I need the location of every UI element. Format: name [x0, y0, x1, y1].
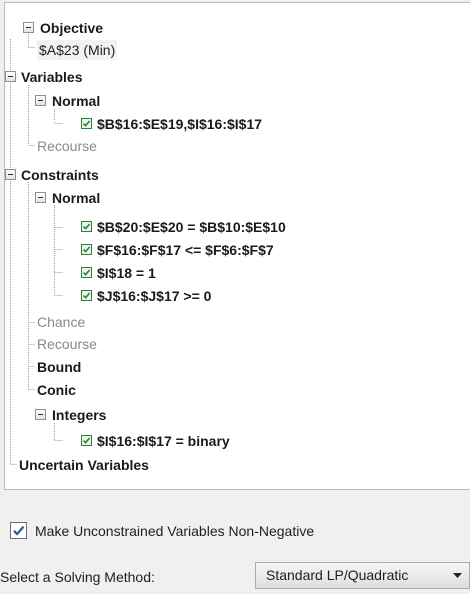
conic-label: Conic [37, 382, 76, 398]
constraints-label: Constraints [21, 167, 99, 183]
solving-method-value: Standard LP/Quadratic [266, 567, 409, 583]
model-tree-panel[interactable]: Objective $A$23 (Min) Variables Normal $… [4, 2, 470, 490]
variables-normal-label: Normal [52, 93, 101, 109]
uncertain-variables-label: Uncertain Variables [19, 457, 149, 473]
checkmark-icon [81, 290, 92, 301]
collapse-icon[interactable] [35, 192, 46, 203]
variable-cells-label: $B$16:$E$19,$I$16:$I$17 [97, 116, 263, 132]
variables-label: Variables [21, 69, 83, 85]
objective-label: Objective [40, 20, 104, 36]
integer-constraint-label: $I$16:$I$17 = binary [97, 433, 230, 449]
constraint-label: $F$16:$F$17 <= $F$6:$F$7 [97, 242, 274, 258]
nonnegative-label[interactable]: Make Unconstrained Variables Non-Negativ… [35, 520, 314, 542]
variables-recourse-label: Recourse [37, 138, 97, 154]
constraint-label: $I$18 = 1 [97, 265, 156, 281]
objective-cell-label: $A$23 (Min) [37, 40, 118, 60]
constraint-label: $B$20:$E$20 = $B$10:$E$10 [97, 219, 286, 235]
checkmark-icon [81, 221, 92, 232]
collapse-icon[interactable] [5, 169, 16, 180]
collapse-icon[interactable] [5, 71, 16, 82]
chance-label: Chance [37, 314, 86, 330]
collapse-icon[interactable] [35, 409, 46, 420]
chevron-down-icon[interactable] [453, 573, 462, 579]
constraints-normal-label: Normal [52, 190, 101, 206]
checkmark-icon [81, 118, 92, 129]
constraint-label: $J$16:$J$17 >= 0 [97, 288, 212, 304]
collapse-icon[interactable] [35, 95, 46, 106]
checkmark-icon [81, 267, 92, 278]
constraints-recourse-label: Recourse [37, 336, 97, 352]
solving-method-label: Select a Solving Method: [0, 569, 155, 585]
checkmark-icon [81, 244, 92, 255]
nonnegative-checkbox[interactable] [10, 522, 27, 539]
solving-method-dropdown[interactable]: Standard LP/Quadratic [255, 562, 470, 589]
bound-label: Bound [37, 359, 82, 375]
checkmark-icon [13, 525, 25, 536]
integers-label: Integers [52, 407, 107, 423]
checkmark-icon [81, 435, 92, 446]
collapse-icon[interactable] [23, 22, 34, 33]
